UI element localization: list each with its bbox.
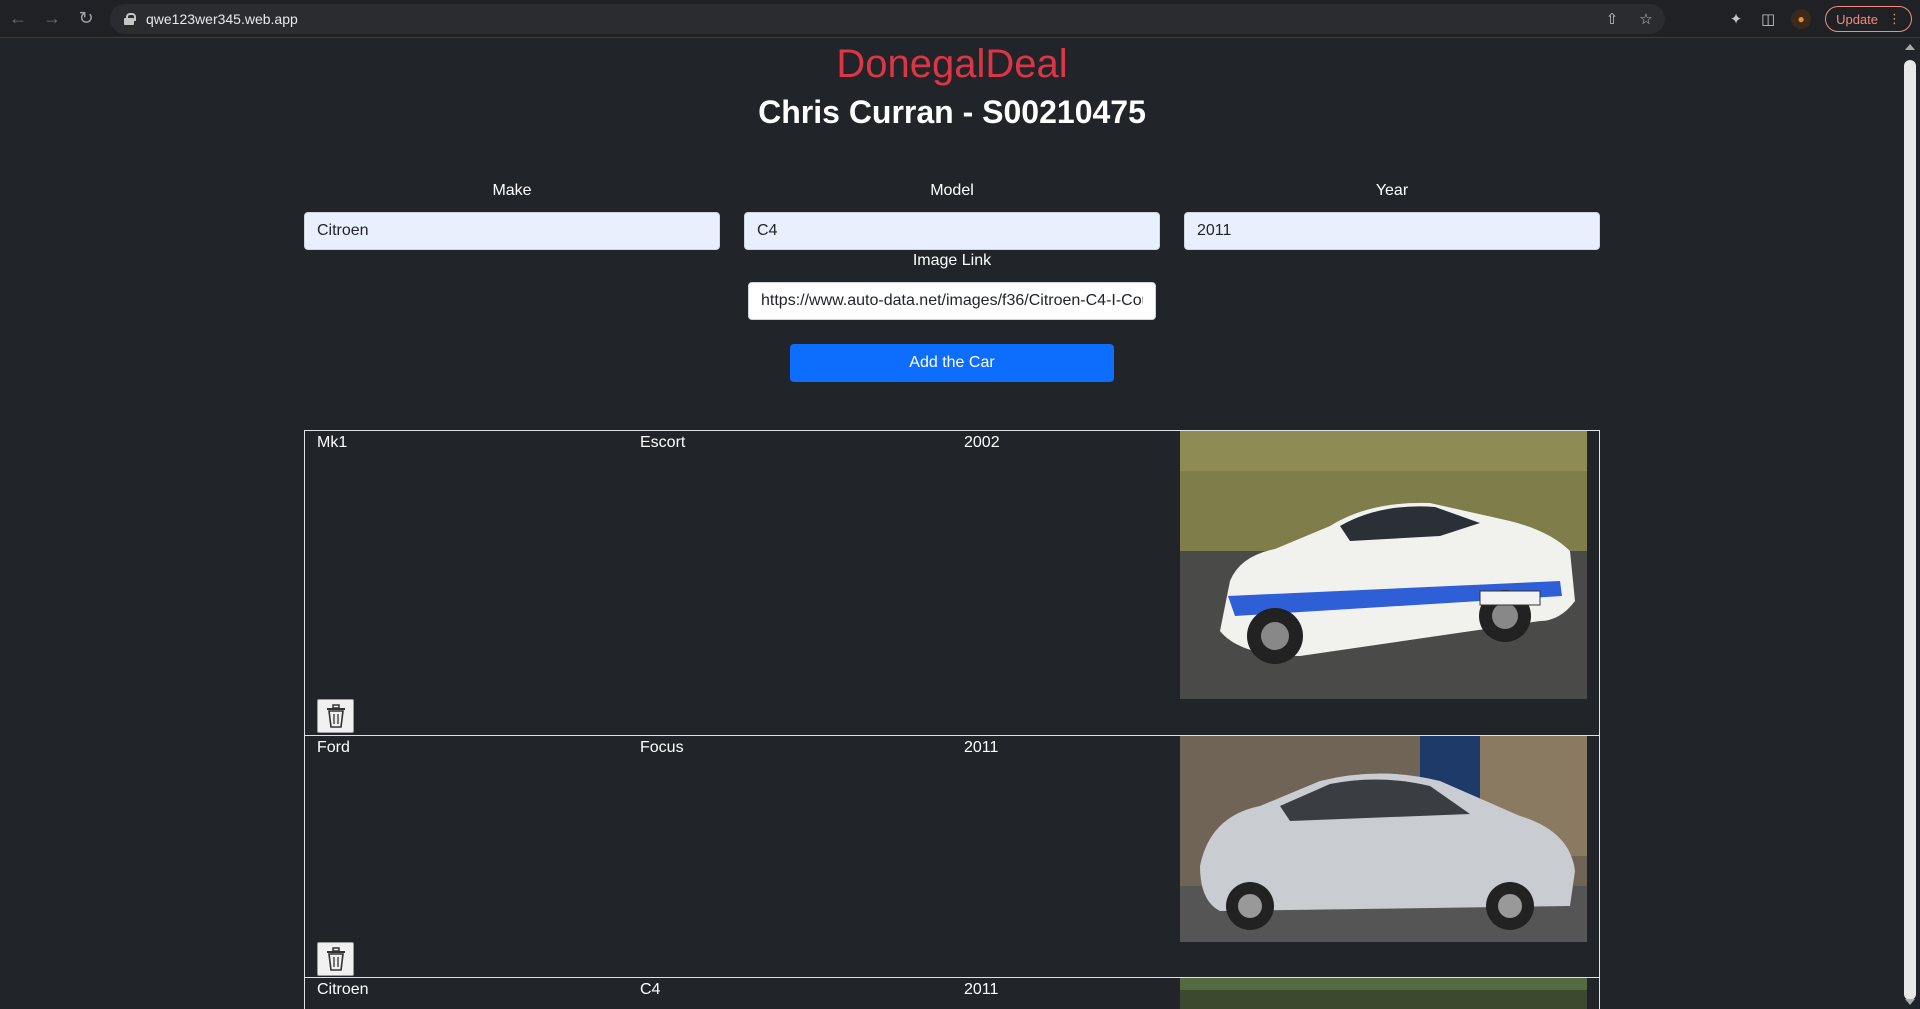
car-row: Citroen C4 2011 — [305, 978, 1599, 1009]
car-model: Escort — [640, 434, 686, 451]
bookmark-star-icon[interactable]: ☆ — [1637, 10, 1655, 28]
trash-icon — [326, 704, 345, 728]
car-row: Ford Focus 2011 — [305, 736, 1599, 978]
car-year: 2002 — [964, 434, 1000, 451]
reload-icon[interactable]: ↻ — [70, 3, 102, 35]
scrollbar-thumb[interactable] — [1904, 60, 1916, 1000]
page-scrollbar[interactable] — [1900, 38, 1920, 1009]
page-subtitle: Chris Curran - S00210475 — [758, 94, 1146, 130]
make-label: Make — [492, 182, 532, 199]
image-link-label: Image Link — [912, 252, 992, 269]
browser-toolbar: ← → ↻ qwe123wer345.web.app ⇧ ☆ ✦ ◫ ● Upd… — [0, 0, 1920, 38]
car-image — [1180, 431, 1587, 699]
trash-icon — [326, 947, 345, 971]
add-car-button[interactable]: Add the Car — [790, 344, 1114, 382]
address-bar-url: qwe123wer345.web.app — [146, 11, 298, 27]
delete-button[interactable] — [317, 942, 354, 976]
car-year: 2011 — [964, 739, 999, 756]
update-button-label: Update — [1836, 11, 1878, 27]
make-input[interactable] — [304, 212, 720, 250]
address-bar[interactable]: qwe123wer345.web.app ⇧ ☆ — [110, 4, 1665, 34]
car-model: Focus — [640, 739, 684, 756]
page-content: DonegalDeal Chris Curran - S00210475 Mak… — [0, 38, 1900, 1009]
extensions-puzzle-icon[interactable]: ✦ — [1727, 10, 1745, 28]
year-label: Year — [1375, 182, 1409, 199]
scroll-up-icon[interactable] — [1905, 44, 1915, 50]
profile-avatar-icon[interactable]: ● — [1791, 9, 1812, 29]
car-make: Citroen — [317, 981, 369, 998]
car-image — [1180, 978, 1587, 1009]
year-input[interactable] — [1184, 212, 1600, 250]
car-image — [1180, 736, 1587, 942]
car-list: Mk1 Escort 2002 Ford Focus 2011 Citroen … — [304, 430, 1600, 1009]
scroll-down-icon[interactable] — [1905, 999, 1915, 1005]
update-button[interactable]: Update ⋮ — [1825, 6, 1912, 32]
car-make: Mk1 — [317, 434, 348, 451]
car-year: 2011 — [964, 981, 999, 998]
model-input[interactable] — [744, 212, 1160, 250]
forward-icon[interactable]: → — [36, 3, 68, 35]
brand-title: DonegalDeal — [836, 42, 1068, 86]
share-icon[interactable]: ⇧ — [1603, 10, 1621, 28]
kebab-menu-icon: ⋮ — [1888, 11, 1901, 26]
image-link-input[interactable] — [748, 282, 1156, 320]
car-make: Ford — [317, 739, 350, 756]
car-row: Mk1 Escort 2002 — [305, 431, 1599, 736]
side-panel-icon[interactable]: ◫ — [1759, 10, 1777, 28]
delete-button[interactable] — [317, 699, 354, 733]
model-label: Model — [930, 182, 974, 199]
car-model: C4 — [640, 981, 661, 998]
lock-icon[interactable] — [124, 13, 136, 25]
back-icon[interactable]: ← — [2, 3, 34, 35]
